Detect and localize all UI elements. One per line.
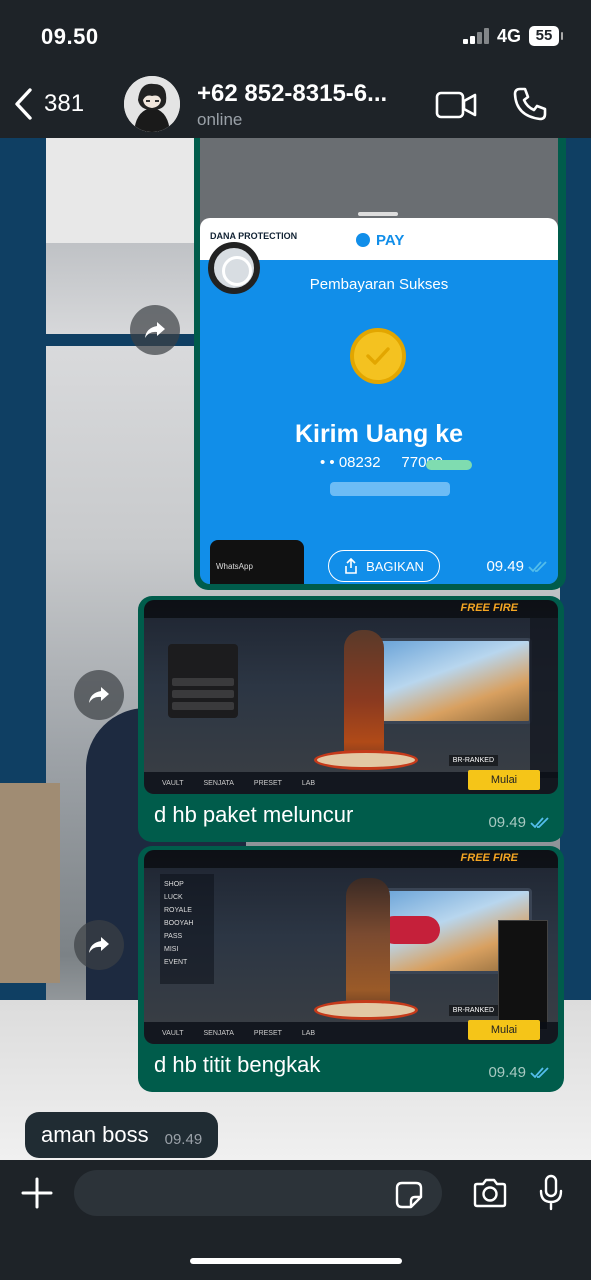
side-menu-item: SHOP: [164, 881, 184, 888]
redaction-mark: [426, 460, 472, 470]
side-menu-item: MISI: [164, 946, 179, 953]
share-button-label: BAGIKAN: [366, 558, 424, 574]
menu-item: VAULT: [162, 1030, 184, 1037]
back-chevron-icon: [15, 88, 32, 120]
composer-bar: [0, 1160, 591, 1280]
message-time: 09.49: [488, 1064, 550, 1081]
message-bubble-incoming[interactable]: aman boss 09.49: [25, 1112, 219, 1158]
message-bubble-image-game[interactable]: FREE FIRE BR-RANKED VAULT SENJATA PRESET…: [138, 596, 564, 842]
sheet-grabber: [358, 212, 398, 216]
status-bar: 09.50 4G 55: [0, 0, 591, 72]
back-button[interactable]: 381: [14, 84, 84, 124]
game-logo: FREE FIRE: [460, 602, 518, 614]
camera-icon[interactable]: [472, 1178, 508, 1208]
character-pedestal: [314, 1000, 418, 1020]
forward-icon: [89, 687, 109, 703]
status-time: 09.50: [41, 24, 99, 49]
transfer-headline: Kirim Uang ke: [294, 420, 464, 448]
message-bubble-image-game[interactable]: FREE FIRE SHOP LUCK ROYALE BOOYAH PASS M…: [138, 846, 564, 1092]
message-time: 09.49: [486, 558, 548, 575]
game-screenshot[interactable]: FREE FIRE BR-RANKED VAULT SENJATA PRESET…: [144, 600, 558, 794]
ranked-label: BR-RANKED: [448, 755, 498, 766]
double-check-icon: [530, 816, 549, 828]
side-menu-item: BOOYAH PASS: [164, 920, 194, 940]
start-button: Mulai: [468, 1020, 540, 1040]
mic-icon[interactable]: [538, 1174, 564, 1212]
menu-item: PRESET: [253, 1030, 282, 1037]
menu-item: PRESET: [253, 780, 282, 787]
message-bubble-image-payment[interactable]: DANA PROTECTION PAY Pembayaran Sukses Ki…: [194, 138, 566, 590]
success-check-icon: [350, 328, 406, 384]
double-check-icon: [528, 560, 547, 572]
ceiling-panel: [40, 138, 200, 243]
message-caption: d hb titit bengkak: [154, 1052, 321, 1077]
message-time-text: 09.49: [488, 1064, 526, 1081]
share-icon: [345, 558, 357, 574]
game-background-screen: [376, 638, 532, 724]
assistive-touch-icon: [208, 242, 260, 294]
game-logo: FREE FIRE: [460, 852, 518, 864]
side-menu-item: EVENT: [164, 959, 188, 966]
home-indicator: [190, 1258, 402, 1264]
dana-success-panel: Pembayaran Sukses Kirim Uang ke • • 0823…: [200, 260, 558, 584]
signal-icon: [463, 28, 491, 44]
menu-item: VAULT: [162, 780, 184, 787]
character-pedestal: [314, 750, 418, 770]
message-time-text: 09.49: [488, 814, 526, 831]
double-check-icon: [530, 1066, 549, 1078]
battery-icon: 55: [529, 26, 563, 46]
plus-icon[interactable]: [20, 1176, 54, 1210]
start-button: Mulai: [468, 770, 540, 790]
settings-popup: [498, 920, 548, 1030]
chat-keyboard-overlay: [168, 644, 238, 718]
video-call-icon[interactable]: [435, 90, 477, 120]
dana-pay-label: PAY: [356, 232, 404, 249]
dana-protection-label: DANA PROTECTION: [210, 231, 298, 241]
payment-screenshot[interactable]: DANA PROTECTION PAY Pembayaran Sukses Ki…: [200, 138, 558, 584]
message-time: 09.49: [164, 1130, 203, 1148]
shelf: [0, 783, 60, 983]
forward-icon: [145, 322, 165, 338]
redaction-mark: [330, 482, 450, 496]
game-side-panel: [530, 618, 558, 778]
game-character: [346, 878, 390, 1018]
side-menu-item: LUCK ROYALE: [164, 894, 192, 914]
message-text: aman boss: [41, 1122, 149, 1147]
menu-item: LAB: [301, 1030, 316, 1037]
ranked-label: BR-RANKED: [448, 1005, 498, 1016]
forward-button[interactable]: [130, 305, 180, 355]
menu-item: SENJATA: [203, 1030, 234, 1037]
avatar[interactable]: [124, 76, 180, 132]
game-character: [344, 630, 384, 770]
contact-info[interactable]: +62 852-8315-6... online: [197, 80, 387, 130]
forward-button[interactable]: [74, 670, 124, 720]
account-number: • • 08232 77099: [320, 454, 444, 471]
network-type: 4G: [497, 26, 522, 46]
chat-header: 381 +62 852-8315-6... online: [0, 72, 591, 138]
forward-button[interactable]: [74, 920, 124, 970]
contact-name: +62 852-8315-6...: [197, 80, 388, 107]
share-button: BAGIKAN: [328, 550, 440, 582]
mini-phone-preview: WhatsApp: [210, 540, 304, 584]
menu-item: SENJATA: [203, 780, 234, 787]
message-input[interactable]: [74, 1170, 442, 1216]
contact-presence: online: [197, 110, 243, 129]
sticker-icon[interactable]: [394, 1180, 424, 1210]
message-time: 09.49: [488, 814, 550, 831]
unread-count: 381: [44, 90, 85, 117]
menu-item: LAB: [301, 780, 316, 787]
game-screenshot[interactable]: FREE FIRE SHOP LUCK ROYALE BOOYAH PASS M…: [144, 850, 558, 1044]
forward-icon: [89, 937, 109, 953]
game-side-menu: SHOP LUCK ROYALE BOOYAH PASS MISI EVENT: [160, 874, 214, 984]
message-time-text: 09.49: [486, 558, 524, 575]
phone-call-icon[interactable]: [512, 86, 548, 122]
message-caption: d hb paket meluncur: [154, 802, 354, 827]
